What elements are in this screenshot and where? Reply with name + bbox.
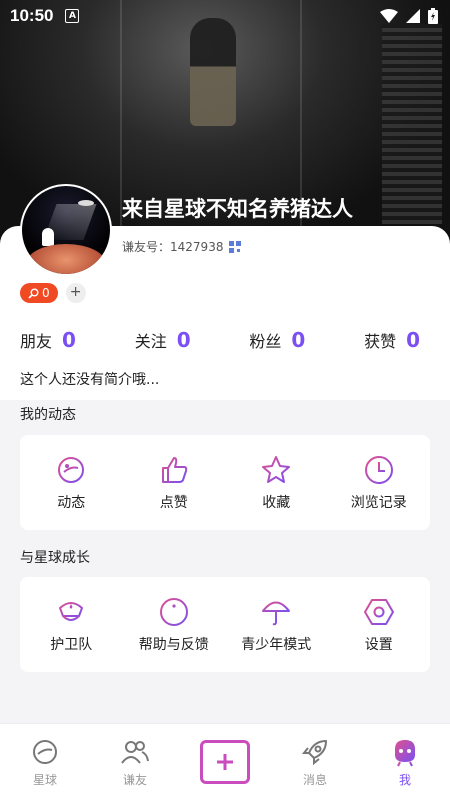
stat-value: 0 bbox=[62, 328, 76, 352]
stat-label: 朋友 bbox=[20, 332, 53, 351]
stat-label: 获赞 bbox=[364, 332, 397, 351]
grow-guard[interactable]: 护卫队 bbox=[21, 596, 121, 654]
profile-name: 来自星球不知名养猪达人 bbox=[122, 197, 353, 221]
nav-label: 我 bbox=[398, 772, 411, 787]
wifi-icon bbox=[380, 9, 398, 23]
stat-following[interactable]: 关注 0 bbox=[135, 328, 191, 352]
rocket-icon bbox=[301, 739, 327, 765]
thumbs-up-icon bbox=[161, 456, 187, 483]
grow-title: 与星球成长 bbox=[20, 550, 90, 566]
status-bar: 10:50 A bbox=[0, 0, 450, 32]
avatar[interactable] bbox=[20, 184, 112, 276]
grow-panel: 护卫队 帮助与反馈 青少年模式 设置 bbox=[20, 577, 430, 672]
signal-icon bbox=[406, 9, 420, 23]
notification-a-icon: A bbox=[65, 9, 80, 23]
grow-help[interactable]: 帮助与反馈 bbox=[124, 596, 224, 654]
user-id: 谦友号：1427938 bbox=[122, 238, 242, 255]
add-post-icon bbox=[200, 740, 250, 784]
item-label: 帮助与反馈 bbox=[138, 636, 209, 653]
my-activity-title: 我的动态 bbox=[20, 407, 76, 423]
bottom-nav: 星球 谦友 消息 我 bbox=[0, 723, 450, 800]
stat-label: 关注 bbox=[134, 332, 167, 351]
friends-icon bbox=[121, 740, 149, 764]
item-label: 青少年模式 bbox=[241, 636, 312, 653]
user-id-label: 谦友号： bbox=[122, 240, 171, 254]
search-count-badge[interactable]: 0 bbox=[20, 283, 58, 303]
activity-history[interactable]: 浏览记录 bbox=[329, 454, 429, 512]
grow-teen-mode[interactable]: 青少年模式 bbox=[226, 596, 326, 654]
hexagon-settings-icon bbox=[363, 598, 394, 625]
umbrella-icon bbox=[262, 601, 291, 625]
stat-label: 粉丝 bbox=[249, 332, 282, 351]
qr-code-icon[interactable] bbox=[229, 240, 242, 253]
planet-icon bbox=[58, 456, 85, 483]
activity-posts[interactable]: 动态 bbox=[21, 454, 121, 512]
info-icon bbox=[159, 597, 188, 626]
add-badge-button[interactable]: + bbox=[65, 283, 86, 303]
stat-fans[interactable]: 粉丝 0 bbox=[249, 328, 305, 352]
stat-friends[interactable]: 朋友 0 bbox=[20, 328, 76, 352]
item-label: 浏览记录 bbox=[350, 494, 407, 511]
battery-icon bbox=[428, 8, 438, 24]
item-label: 护卫队 bbox=[50, 636, 93, 653]
star-icon bbox=[262, 455, 291, 483]
my-activity-panel: 动态 点赞 收藏 浏览记录 bbox=[20, 435, 430, 530]
guard-cap-icon bbox=[59, 601, 84, 621]
nav-planet[interactable]: 星球 bbox=[5, 737, 85, 788]
stat-value: 0 bbox=[291, 328, 306, 352]
item-label: 点赞 bbox=[159, 494, 188, 511]
stat-value: 0 bbox=[406, 328, 420, 352]
nav-add-post[interactable] bbox=[185, 740, 265, 784]
badge-count: 0 bbox=[42, 286, 50, 300]
status-time: 10:50 bbox=[10, 6, 54, 25]
nav-label: 星球 bbox=[32, 772, 57, 787]
grow-settings[interactable]: 设置 bbox=[329, 596, 429, 654]
activity-likes[interactable]: 点赞 bbox=[124, 454, 224, 512]
item-label: 动态 bbox=[57, 494, 86, 511]
nav-label: 谦友 bbox=[122, 772, 147, 787]
item-label: 设置 bbox=[364, 636, 393, 653]
stat-likes[interactable]: 获赞 0 bbox=[364, 328, 420, 352]
me-face-icon bbox=[395, 739, 415, 766]
stat-value: 0 bbox=[176, 328, 191, 352]
search-icon bbox=[28, 288, 39, 299]
nav-me[interactable]: 我 bbox=[365, 737, 445, 788]
profile-bio: 这个人还没有简介哦... bbox=[20, 372, 160, 388]
planet-icon bbox=[33, 739, 57, 764]
nav-friends[interactable]: 谦友 bbox=[95, 737, 175, 788]
clock-icon bbox=[364, 455, 393, 484]
stats-row: 朋友 0 关注 0 粉丝 0 获赞 0 bbox=[20, 328, 420, 352]
nav-messages[interactable]: 消息 bbox=[275, 737, 355, 788]
user-id-value: 1427938 bbox=[170, 240, 224, 254]
item-label: 收藏 bbox=[262, 494, 291, 511]
nav-label: 消息 bbox=[302, 772, 327, 787]
activity-favorites[interactable]: 收藏 bbox=[226, 454, 326, 512]
